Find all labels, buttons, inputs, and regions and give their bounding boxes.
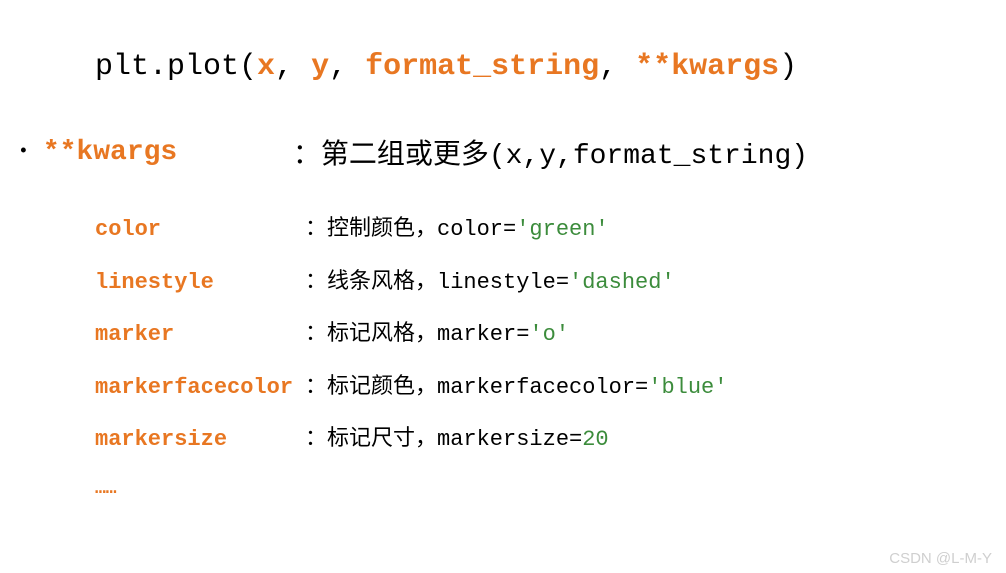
- sig-suffix: ): [779, 50, 797, 84]
- ellipsis: ……: [0, 479, 1006, 499]
- param-name: markerfacecolor: [95, 374, 305, 403]
- param-list: color ：控制颜色，color='green' linestyle ：线条风…: [0, 216, 1006, 455]
- param-row-marker: marker ：标记风格，marker='o': [95, 321, 1006, 350]
- param-name: color: [95, 216, 305, 245]
- param-row-linestyle: linestyle ：线条风格，linestyle='dashed': [95, 269, 1006, 298]
- param-name: markersize: [95, 426, 305, 455]
- param-row-color: color ：控制颜色，color='green': [95, 216, 1006, 245]
- sig-prefix: plt.plot(: [95, 50, 257, 84]
- sig-fmt: format_string: [365, 50, 599, 84]
- param-desc: ：标记尺寸，markersize=20: [305, 426, 609, 455]
- sig-sep3: ,: [599, 50, 635, 84]
- sig-y: y: [311, 50, 329, 84]
- param-desc: ：标记风格，marker='o': [305, 321, 569, 350]
- param-name: marker: [95, 321, 305, 350]
- kwargs-bullet-row: • **kwargs ：第二组或更多(x,y,format_string): [0, 132, 1006, 172]
- param-name: linestyle: [95, 269, 305, 298]
- param-desc: ：控制颜色，color='green': [305, 216, 609, 245]
- param-desc: ：标记颜色，markerfacecolor='blue': [305, 374, 727, 403]
- sig-kwargs: **kwargs: [635, 50, 779, 84]
- bullet-icon: •: [18, 142, 29, 162]
- sig-sep1: ,: [275, 50, 311, 84]
- sig-sep2: ,: [329, 50, 365, 84]
- param-desc: ：线条风格，linestyle='dashed': [305, 269, 675, 298]
- param-row-markerfacecolor: markerfacecolor ：标记颜色，markerfacecolor='b…: [95, 374, 1006, 403]
- kwargs-desc: ：第二组或更多(x,y,format_string): [293, 132, 808, 172]
- param-row-markersize: markersize ：标记尺寸，markersize=20: [95, 426, 1006, 455]
- watermark: CSDN @L-M-Y: [889, 550, 992, 567]
- kwargs-label: **kwargs: [43, 137, 293, 168]
- function-signature: plt.plot(x, y, format_string, **kwargs): [0, 50, 1006, 84]
- sig-x: x: [257, 50, 275, 84]
